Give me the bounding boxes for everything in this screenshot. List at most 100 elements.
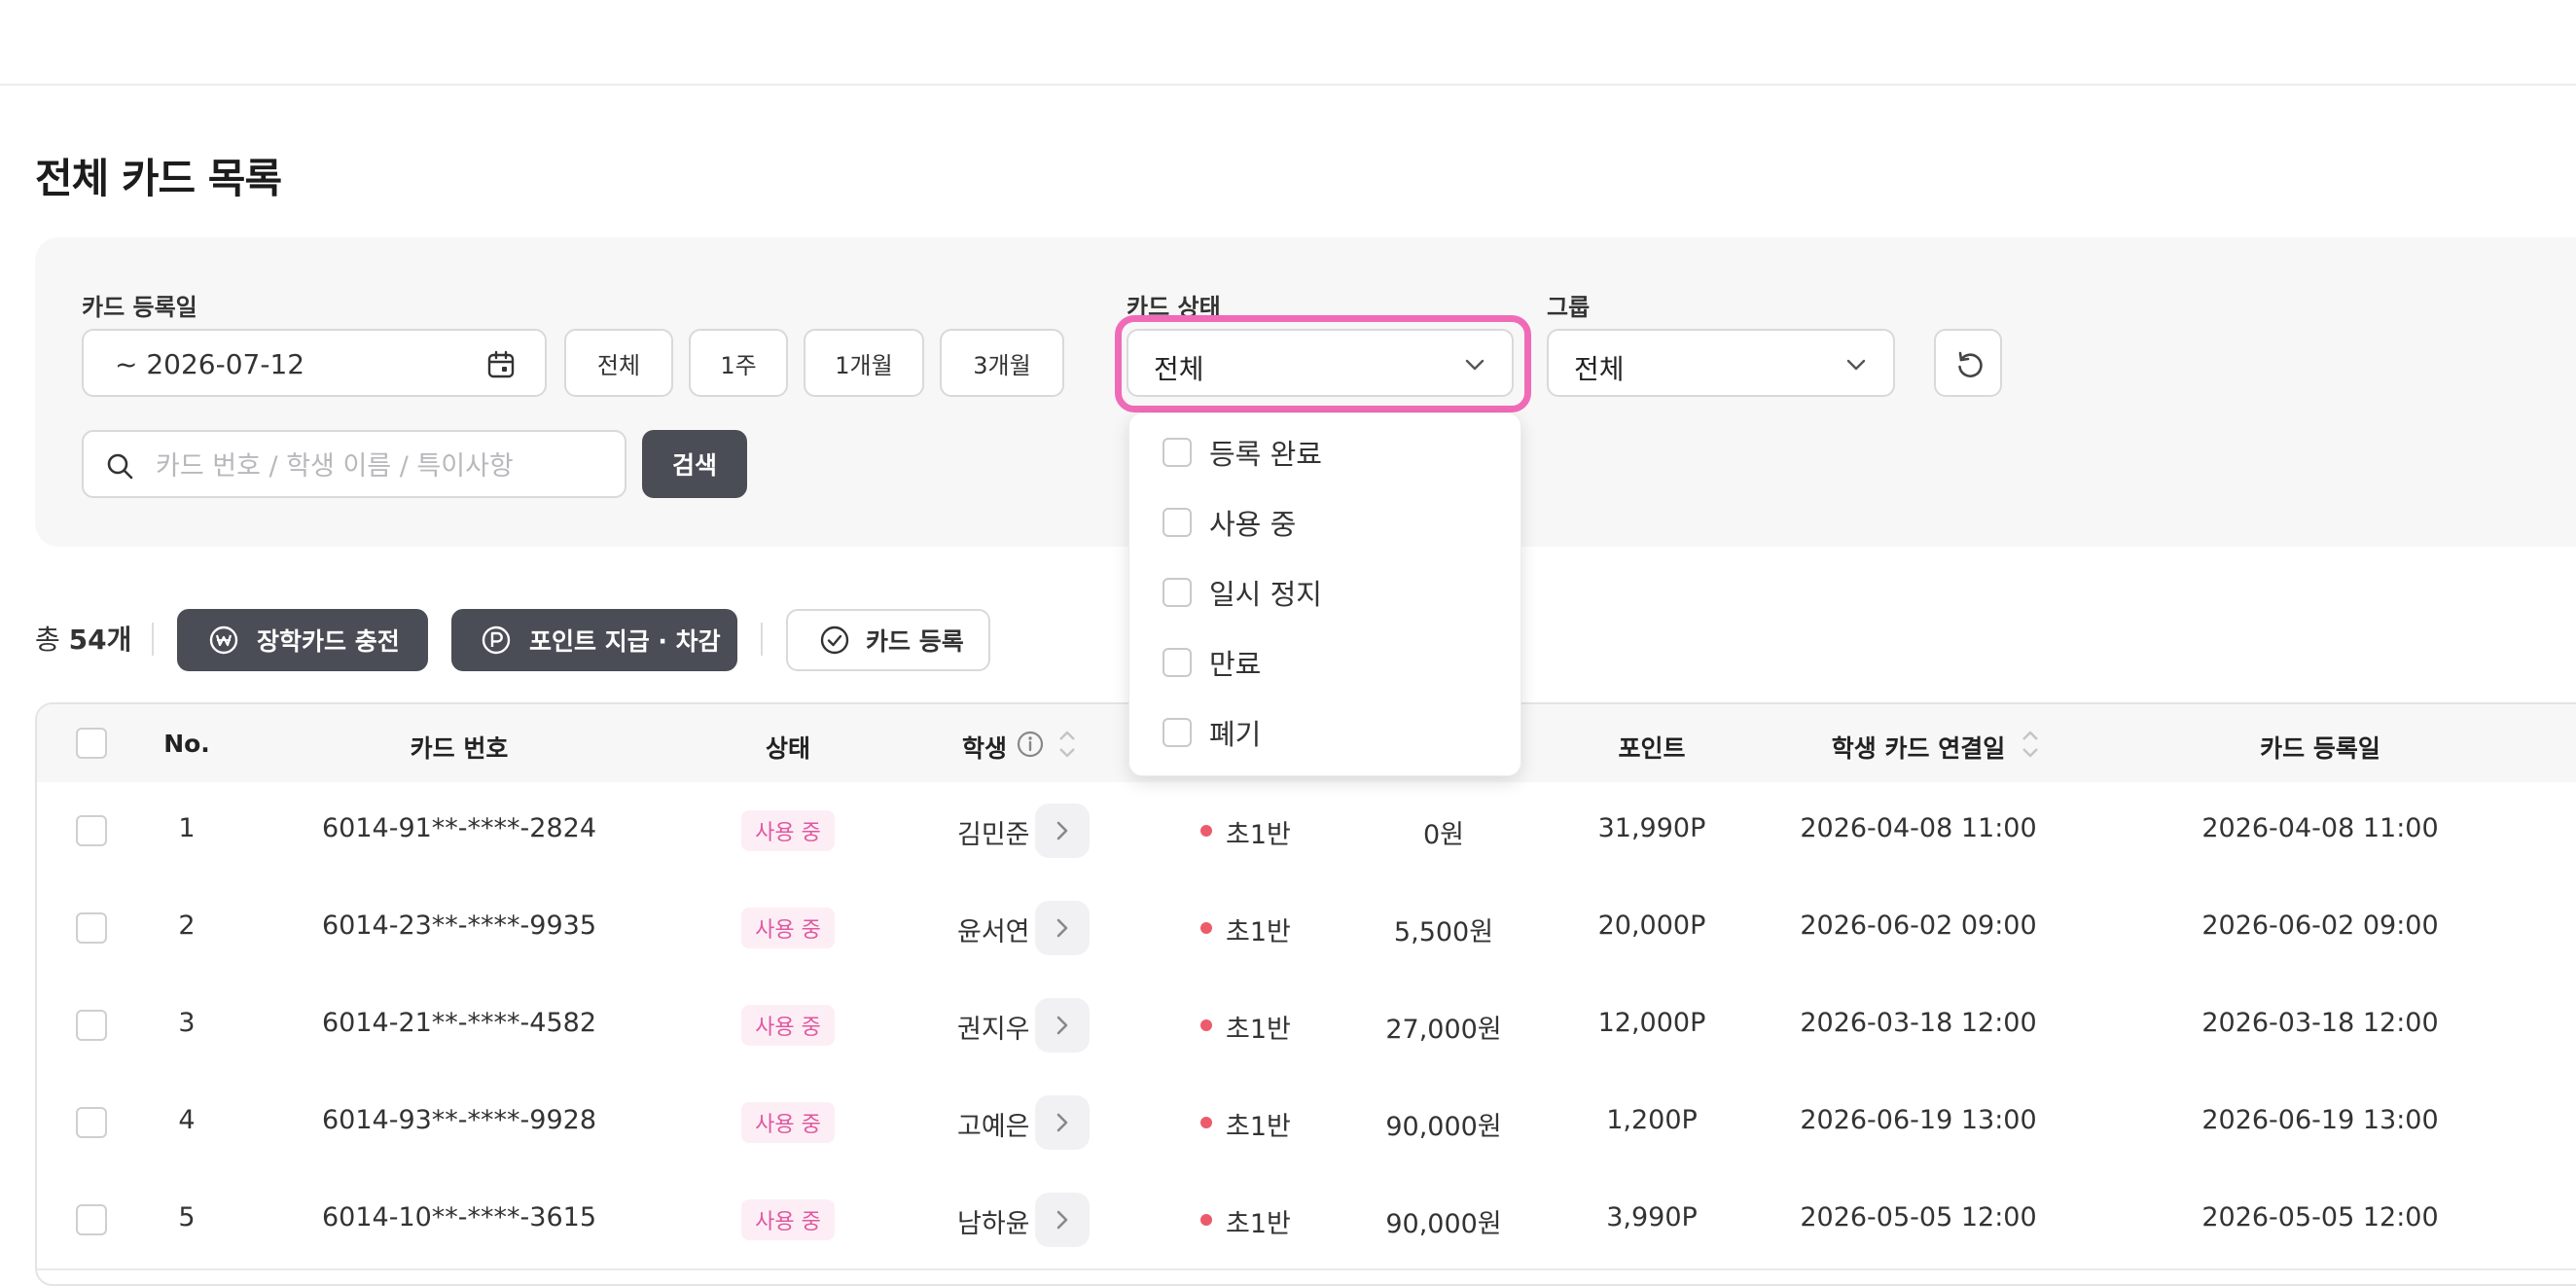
search-input[interactable] bbox=[154, 444, 605, 488]
option-label: 사용 중 bbox=[1209, 508, 1297, 541]
chevron-right-icon bbox=[1056, 918, 1068, 938]
cell-group: 초1반 bbox=[1226, 917, 1291, 947]
reg-date-label: 카드 등록일 bbox=[82, 294, 197, 321]
row-checkbox[interactable] bbox=[76, 1107, 107, 1138]
cell-linked-date: 2026-06-02 09:00 bbox=[1800, 911, 2037, 941]
status-select-highlight bbox=[1115, 315, 1531, 412]
table-row[interactable]: 3 6014-21**-****-4582 사용 중 권지우 초1반 27,00… bbox=[37, 977, 2576, 1076]
option-label: 폐기 bbox=[1209, 718, 1262, 751]
divider bbox=[761, 623, 763, 656]
sort-icon[interactable] bbox=[1056, 728, 1078, 761]
status-badge: 사용 중 bbox=[741, 908, 835, 948]
cell-student: 윤서연 bbox=[957, 917, 1030, 947]
cell-point: 31,990P bbox=[1597, 813, 1706, 843]
cell-point: 20,000P bbox=[1597, 911, 1706, 941]
option-label: 만료 bbox=[1209, 648, 1262, 681]
status-badge: 사용 중 bbox=[741, 1102, 835, 1143]
card-register-button[interactable]: 카드 등록 bbox=[786, 609, 990, 671]
col-linked-date: 학생 카드 연결일 bbox=[1831, 734, 2006, 763]
group-color-dot bbox=[1200, 825, 1212, 837]
option-checkbox[interactable] bbox=[1163, 648, 1192, 677]
period-1month-chip[interactable]: 1개월 bbox=[804, 329, 924, 397]
cell-no: 1 bbox=[178, 813, 196, 843]
cell-balance: 27,000원 bbox=[1385, 1015, 1502, 1045]
cell-group: 초1반 bbox=[1226, 1209, 1291, 1239]
group-color-dot bbox=[1200, 922, 1212, 934]
cell-no: 4 bbox=[178, 1105, 196, 1135]
row-checkbox[interactable] bbox=[76, 912, 107, 944]
cell-group: 초1반 bbox=[1226, 820, 1291, 850]
period-1week-chip[interactable]: 1주 bbox=[689, 329, 788, 397]
reg-date-input[interactable]: ~ 2026-07-12 bbox=[82, 329, 547, 397]
table-row[interactable]: 4 6014-93**-****-9928 사용 중 고예은 초1반 90,00… bbox=[37, 1074, 2576, 1173]
cell-balance: 90,000원 bbox=[1385, 1209, 1502, 1239]
select-all-checkbox[interactable] bbox=[76, 728, 107, 759]
card-table: No. 카드 번호 상태 학생 포인트 학생 카드 연결일 카드 등록일 1 6… bbox=[35, 702, 2576, 1286]
info-icon[interactable] bbox=[1016, 730, 1045, 759]
point-icon bbox=[482, 625, 511, 655]
scholarship-charge-label: 장학카드 충전 bbox=[257, 627, 400, 656]
option-label: 일시 정지 bbox=[1209, 578, 1322, 611]
group-select[interactable]: 전체 bbox=[1547, 329, 1895, 397]
cell-student: 남하윤 bbox=[957, 1209, 1030, 1239]
calendar-icon bbox=[487, 350, 515, 378]
student-detail-button[interactable] bbox=[1035, 998, 1090, 1053]
option-checkbox[interactable] bbox=[1163, 508, 1192, 537]
option-checkbox[interactable] bbox=[1163, 578, 1192, 607]
table-row[interactable]: 1 6014-91**-****-2824 사용 중 김민준 초1반 0원 31… bbox=[37, 782, 2576, 881]
student-detail-button[interactable] bbox=[1035, 804, 1090, 858]
cell-reg-date: 2026-05-05 12:00 bbox=[2201, 1202, 2439, 1232]
cell-card-number: 6014-91**-****-2824 bbox=[321, 813, 597, 843]
status-option-in-use[interactable]: 사용 중 bbox=[1163, 503, 1296, 542]
search-button[interactable]: 검색 bbox=[642, 430, 747, 498]
cell-balance: 90,000원 bbox=[1385, 1112, 1502, 1142]
cell-linked-date: 2026-06-19 13:00 bbox=[1800, 1105, 2037, 1135]
group-label: 그룹 bbox=[1547, 294, 1591, 321]
cell-no: 2 bbox=[178, 911, 196, 941]
option-label: 등록 완료 bbox=[1209, 438, 1322, 471]
student-detail-button[interactable] bbox=[1035, 1095, 1090, 1150]
table-row[interactable]: 2 6014-23**-****-9935 사용 중 윤서연 초1반 5,500… bbox=[37, 879, 2576, 979]
total-count-value: 54개 bbox=[68, 624, 132, 656]
table-row[interactable]: 5 6014-10**-****-3615 사용 중 남하윤 초1반 90,00… bbox=[37, 1171, 2576, 1270]
cell-student: 권지우 bbox=[957, 1015, 1030, 1045]
status-option-expired[interactable]: 만료 bbox=[1163, 643, 1261, 682]
point-adjust-button[interactable]: 포인트 지급 · 차감 bbox=[451, 609, 737, 671]
cell-point: 3,990P bbox=[1606, 1202, 1698, 1232]
period-3month-chip[interactable]: 3개월 bbox=[940, 329, 1064, 397]
total-prefix: 총 bbox=[35, 624, 69, 656]
sort-icon[interactable] bbox=[2020, 728, 2041, 761]
cell-no: 5 bbox=[178, 1202, 196, 1232]
period-all-chip[interactable]: 전체 bbox=[564, 329, 673, 397]
reg-date-value: ~ 2026-07-12 bbox=[115, 348, 305, 380]
cell-reg-date: 2026-03-18 12:00 bbox=[2201, 1008, 2439, 1038]
group-value: 전체 bbox=[1574, 353, 1625, 385]
option-checkbox[interactable] bbox=[1163, 718, 1192, 747]
chevron-right-icon bbox=[1056, 1113, 1068, 1132]
cell-linked-date: 2026-03-18 12:00 bbox=[1800, 1008, 2037, 1038]
col-student: 학생 bbox=[961, 734, 1008, 763]
status-option-discarded[interactable]: 폐기 bbox=[1163, 713, 1261, 752]
cell-group: 초1반 bbox=[1226, 1112, 1291, 1142]
row-checkbox[interactable] bbox=[76, 815, 107, 846]
option-checkbox[interactable] bbox=[1163, 438, 1192, 467]
cell-reg-date: 2026-06-19 13:00 bbox=[2201, 1105, 2439, 1135]
scholarship-charge-button[interactable]: 장학카드 충전 bbox=[177, 609, 428, 671]
cell-linked-date: 2026-04-08 11:00 bbox=[1800, 813, 2037, 843]
card-status-dropdown: 등록 완료 사용 중 일시 정지 만료 폐기 bbox=[1128, 412, 1521, 776]
page-title: 전체 카드 목록 bbox=[35, 155, 282, 202]
search-field[interactable] bbox=[82, 430, 626, 498]
row-checkbox[interactable] bbox=[76, 1204, 107, 1235]
student-detail-button[interactable] bbox=[1035, 901, 1090, 955]
reset-filter-button[interactable] bbox=[1934, 329, 2002, 397]
cell-reg-date: 2026-04-08 11:00 bbox=[2201, 813, 2439, 843]
col-reg-date: 카드 등록일 bbox=[2260, 734, 2380, 763]
cell-linked-date: 2026-05-05 12:00 bbox=[1800, 1202, 2037, 1232]
student-detail-button[interactable] bbox=[1035, 1193, 1090, 1247]
cell-point: 12,000P bbox=[1597, 1008, 1706, 1038]
status-option-registered[interactable]: 등록 완료 bbox=[1163, 433, 1322, 472]
cell-balance: 0원 bbox=[1422, 820, 1465, 850]
row-checkbox[interactable] bbox=[76, 1010, 107, 1041]
status-option-paused[interactable]: 일시 정지 bbox=[1163, 573, 1322, 612]
col-status: 상태 bbox=[765, 734, 811, 763]
